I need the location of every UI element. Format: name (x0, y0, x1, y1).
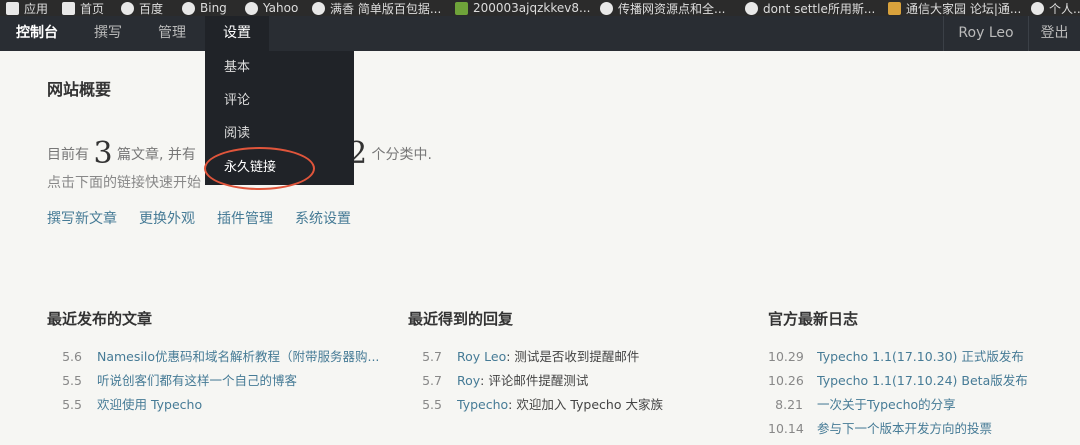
list-item: 5.5 Typecho : 欢迎加入 Typecho 大家族 (408, 393, 748, 417)
post-link[interactable]: Namesilo优惠码和域名解析教程（附带服务器购... (97, 345, 379, 369)
globe-icon (1031, 1, 1044, 15)
comment-date: 5.7 (422, 373, 442, 388)
post-date: 5.5 (62, 397, 82, 412)
bookmark-9[interactable]: 通信大家园 论坛|通... (888, 0, 1021, 16)
log-link[interactable]: 参与下一个版本开发方向的投票 (817, 417, 992, 441)
quick-links: 撰写新文章 更换外观 插件管理 系统设置 (47, 208, 351, 228)
comment-text: : 测试是否收到提醒邮件 (506, 349, 640, 364)
stats-prefix: 目前有 (47, 147, 89, 163)
comment-text: : 欢迎加入 Typecho 大家族 (508, 397, 663, 412)
globe-icon (182, 1, 195, 15)
apps-icon (6, 1, 19, 15)
page-title: 网站概要 (47, 80, 112, 99)
bookmark-7[interactable]: 传播网资源点和全... (600, 0, 725, 16)
comment-author-link[interactable]: Typecho (457, 393, 508, 417)
log-date: 8.21 (775, 397, 803, 412)
globe-icon (745, 1, 758, 15)
nav-logout[interactable]: 登出 (1029, 16, 1080, 51)
stats-suffix: 个分类中. (371, 147, 432, 163)
green-icon (455, 1, 468, 15)
baidu-icon (121, 1, 134, 15)
comment-author-link[interactable]: Roy Leo (457, 345, 506, 369)
quick-link-settings[interactable]: 系统设置 (295, 208, 351, 228)
nav-write[interactable]: 撰写 (78, 16, 138, 51)
list-item: 10.14 参与下一个版本开发方向的投票 (768, 417, 1068, 441)
comment-text: : 评论邮件提醒测试 (480, 373, 589, 388)
list-item: 5.7 Roy : 评论邮件提醒测试 (408, 369, 748, 393)
log-date: 10.14 (768, 421, 804, 436)
bookmark-baidu[interactable]: 百度 (121, 0, 163, 16)
list-item: 5.6 Namesilo优惠码和域名解析教程（附带服务器购... (47, 345, 387, 369)
list-item: 10.29 Typecho 1.1(17.10.30) 正式版发布 (768, 345, 1068, 369)
menu-item-comments[interactable]: 评论 (224, 91, 250, 111)
post-date: 5.5 (62, 373, 82, 388)
bookmark-6[interactable]: 200003ajqzkkev8... (455, 0, 590, 16)
official-log-panel: 官方最新日志 10.29 Typecho 1.1(17.10.30) 正式版发布… (768, 308, 1068, 441)
list-item: 5.7 Roy Leo : 测试是否收到提醒邮件 (408, 345, 748, 369)
list-item: 8.21 一次关于Typecho的分享 (768, 393, 1068, 417)
bookmark-apps[interactable]: 应用 (6, 0, 48, 16)
log-link[interactable]: 一次关于Typecho的分享 (817, 393, 956, 417)
recent-posts-title: 最近发布的文章 (47, 310, 153, 328)
nav-manage[interactable]: 管理 (142, 16, 202, 51)
recent-comments-title: 最近得到的回复 (408, 310, 514, 328)
quick-start-tip: 点击下面的链接快速开始 (47, 175, 201, 191)
site-stats-categories: 2 个分类中. (348, 136, 432, 171)
bookmark-label: 通信大家园 论坛|通... (906, 1, 1022, 16)
list-item: 5.5 欢迎使用 Typecho (47, 393, 387, 417)
comment-author-link[interactable]: Roy (457, 369, 480, 393)
posts-count: 3 (93, 136, 113, 171)
browser-bookmarks-bar: 应用 首页 百度 Bing Yahoo 满香 简单版百包据... 200003a… (0, 0, 1080, 16)
nav-dashboard[interactable]: 控制台 (0, 16, 74, 51)
bookmark-home[interactable]: 首页 (62, 0, 104, 16)
bookmark-label: 首页 (80, 1, 105, 16)
recent-comments-panel: 最近得到的回复 5.7 Roy Leo : 测试是否收到提醒邮件 5.7 Roy… (408, 308, 748, 417)
comment-date: 5.7 (422, 349, 442, 364)
post-date: 5.6 (62, 349, 82, 364)
list-item: 5.5 听说创客们都有这样一个自己的博客 (47, 369, 387, 393)
site-stats: 目前有 3 篇文章, 并有 (47, 136, 196, 171)
bookmark-label: Bing (200, 1, 227, 15)
bookmark-label: 应用 (24, 1, 49, 16)
settings-dropdown-menu: 基本 评论 阅读 永久链接 (205, 51, 354, 185)
nav-user[interactable]: Roy Leo (944, 16, 1028, 51)
admin-top-nav: 控制台 撰写 管理 设置 Roy Leo 登出 (0, 16, 1080, 51)
bookmark-label: dont settle所用斯... (763, 1, 876, 16)
log-date: 10.29 (768, 349, 804, 364)
colorful-icon (888, 1, 901, 15)
bookmark-label: 个人... (1049, 1, 1080, 16)
menu-item-basic[interactable]: 基本 (224, 58, 250, 78)
list-item: 10.26 Typecho 1.1(17.10.24) Beta版发布 (768, 369, 1068, 393)
bookmark-label: 传播网资源点和全... (618, 1, 726, 16)
quick-link-plugins[interactable]: 插件管理 (217, 208, 273, 228)
z-icon (62, 1, 75, 15)
recent-posts-panel: 最近发布的文章 5.6 Namesilo优惠码和域名解析教程（附带服务器购...… (47, 308, 387, 417)
bookmark-8[interactable]: dont settle所用斯... (745, 0, 875, 16)
bookmark-label: Yahoo (263, 1, 299, 15)
bookmark-label: 满香 简单版百包据... (330, 1, 442, 16)
bookmark-10[interactable]: 个人... (1031, 0, 1080, 16)
log-date: 10.26 (768, 373, 804, 388)
official-log-title: 官方最新日志 (768, 310, 859, 328)
globe-icon (245, 1, 258, 15)
bookmark-label: 200003ajqzkkev8... (473, 1, 591, 15)
bookmark-bing[interactable]: Bing (182, 0, 227, 16)
globe-icon (600, 1, 613, 15)
post-link[interactable]: 听说创客们都有这样一个自己的博客 (97, 369, 297, 393)
stats-mid: 篇文章, 并有 (117, 147, 196, 163)
post-link[interactable]: 欢迎使用 Typecho (97, 393, 202, 417)
menu-item-reading[interactable]: 阅读 (224, 124, 250, 144)
log-link[interactable]: Typecho 1.1(17.10.30) 正式版发布 (817, 345, 1024, 369)
comment-date: 5.5 (422, 397, 442, 412)
quick-link-theme[interactable]: 更换外观 (139, 208, 195, 228)
log-link[interactable]: Typecho 1.1(17.10.24) Beta版发布 (817, 369, 1028, 393)
bookmark-yahoo[interactable]: Yahoo (245, 0, 298, 16)
quick-link-write[interactable]: 撰写新文章 (47, 208, 117, 228)
menu-item-permalink[interactable]: 永久链接 (224, 158, 276, 178)
bookmark-label: 百度 (139, 1, 164, 16)
bookmark-5[interactable]: 满香 简单版百包据... (312, 0, 441, 16)
nav-settings[interactable]: 设置 (205, 16, 269, 51)
globe-icon (312, 1, 325, 15)
